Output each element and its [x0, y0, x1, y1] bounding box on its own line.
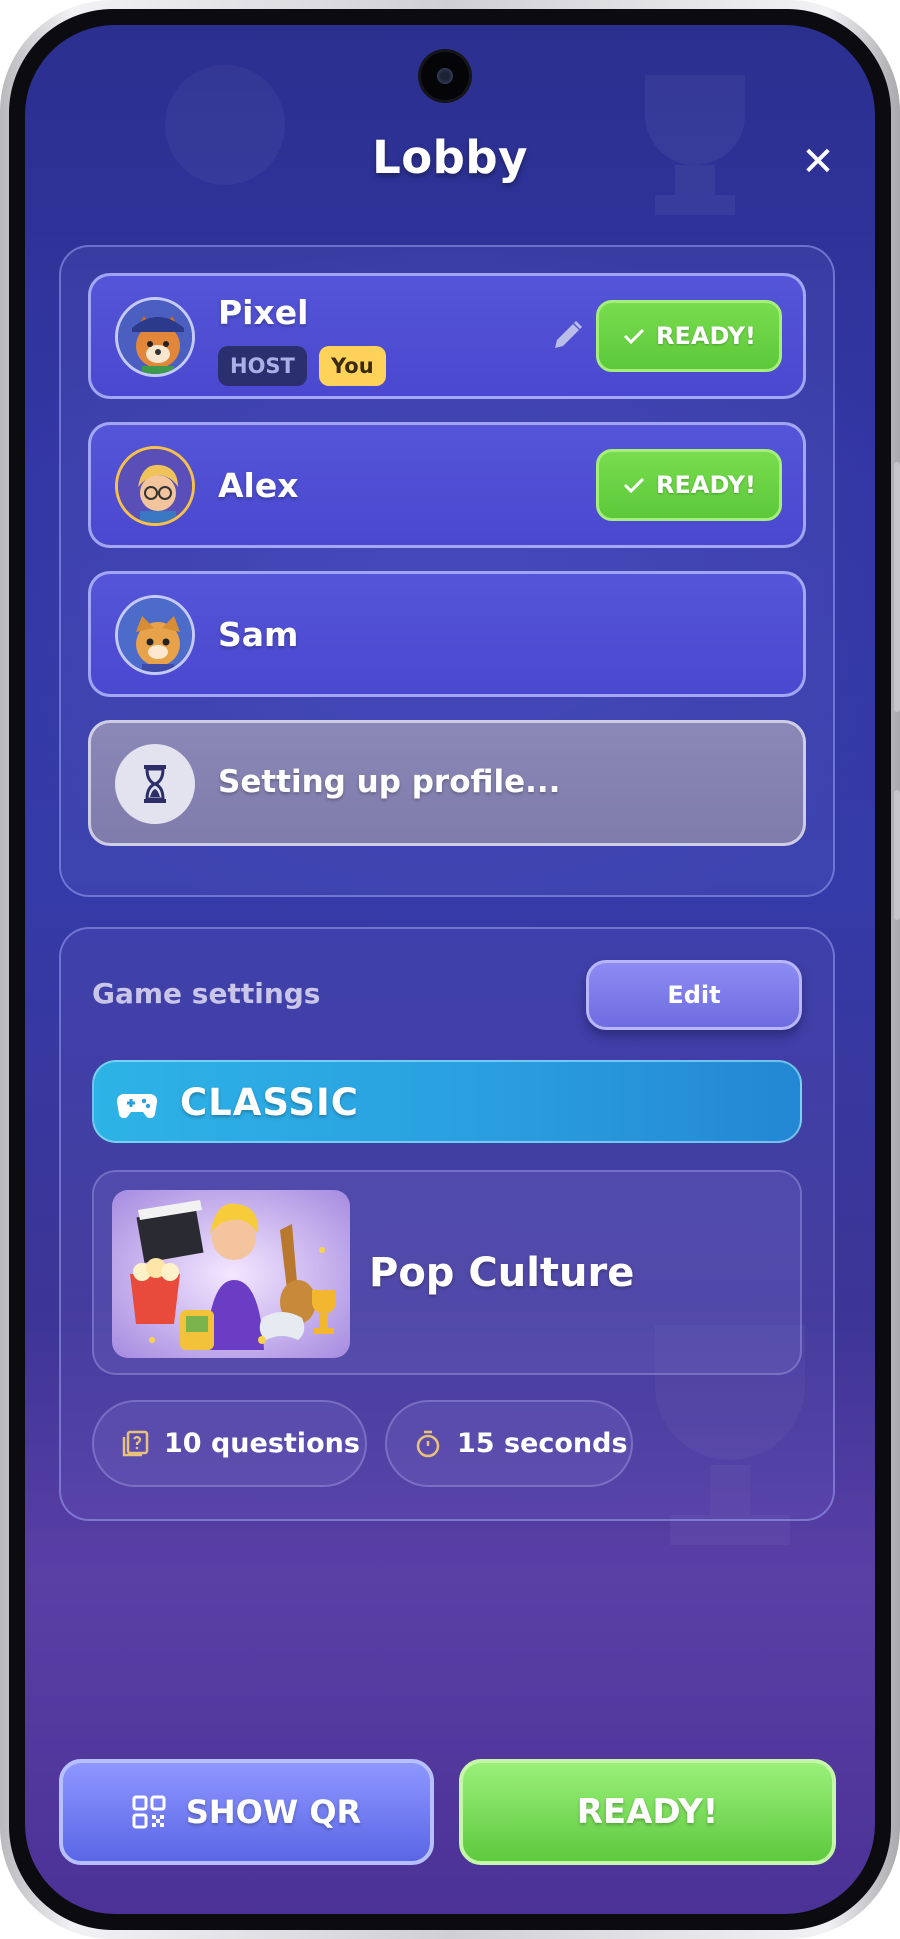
- ready-button-label: READY!: [576, 1792, 719, 1832]
- ready-status-label: READY!: [656, 471, 756, 499]
- time-per-question-label: 15 seconds: [457, 1428, 628, 1459]
- host-badge: HOST: [218, 346, 307, 386]
- pencil-edit-icon[interactable]: [547, 316, 587, 356]
- player-card-sam: Sam: [88, 571, 806, 697]
- player-name: Sam: [218, 615, 299, 654]
- game-mode-bar: CLASSIC: [92, 1060, 802, 1143]
- power-button: [894, 790, 900, 920]
- player-card-alex: Alex READY!: [88, 422, 806, 548]
- show-qr-label: SHOW QR: [185, 1793, 362, 1831]
- edit-settings-button[interactable]: Edit: [586, 960, 802, 1030]
- questions-count-pill: 10 questions: [92, 1400, 367, 1487]
- ready-status-label: READY!: [656, 322, 756, 350]
- volume-button: [894, 462, 900, 712]
- ready-button[interactable]: READY!: [459, 1759, 836, 1865]
- qr-code-icon: [132, 1795, 166, 1829]
- show-qr-button[interactable]: SHOW QR: [59, 1759, 434, 1865]
- hourglass-icon: [115, 744, 195, 824]
- time-per-question-pill: 15 seconds: [385, 1400, 633, 1487]
- player-card-pixel: Pixel HOST You READY!: [88, 273, 806, 399]
- checkmark-icon: [623, 477, 645, 494]
- game-settings-label: Game settings: [92, 977, 321, 1010]
- stopwatch-icon: [416, 1430, 440, 1457]
- cat-avatar: [115, 595, 195, 675]
- questions-count-label: 10 questions: [164, 1428, 360, 1459]
- ready-status-badge: READY!: [596, 300, 782, 372]
- question-cards-icon: [122, 1430, 149, 1456]
- player-name: Alex: [218, 466, 299, 505]
- you-badge: You: [319, 346, 386, 386]
- player-card-pending: Setting up profile...: [88, 720, 806, 846]
- category-name: Pop Culture: [369, 1250, 635, 1296]
- pop-culture-image: [112, 1190, 350, 1358]
- pending-player-label: Setting up profile...: [218, 764, 561, 800]
- gamepad-icon: [116, 1093, 158, 1119]
- page-title: Lobby: [372, 131, 528, 184]
- player-name: Pixel: [218, 293, 309, 332]
- boy-with-glasses-avatar: [115, 446, 195, 526]
- checkmark-icon: [623, 328, 645, 345]
- dog-avatar: [115, 297, 195, 377]
- ready-status-badge: READY!: [596, 449, 782, 521]
- front-camera: [421, 52, 469, 100]
- close-icon[interactable]: ✕: [796, 140, 840, 184]
- category-card: Pop Culture: [92, 1170, 802, 1375]
- game-mode-label: CLASSIC: [180, 1081, 359, 1124]
